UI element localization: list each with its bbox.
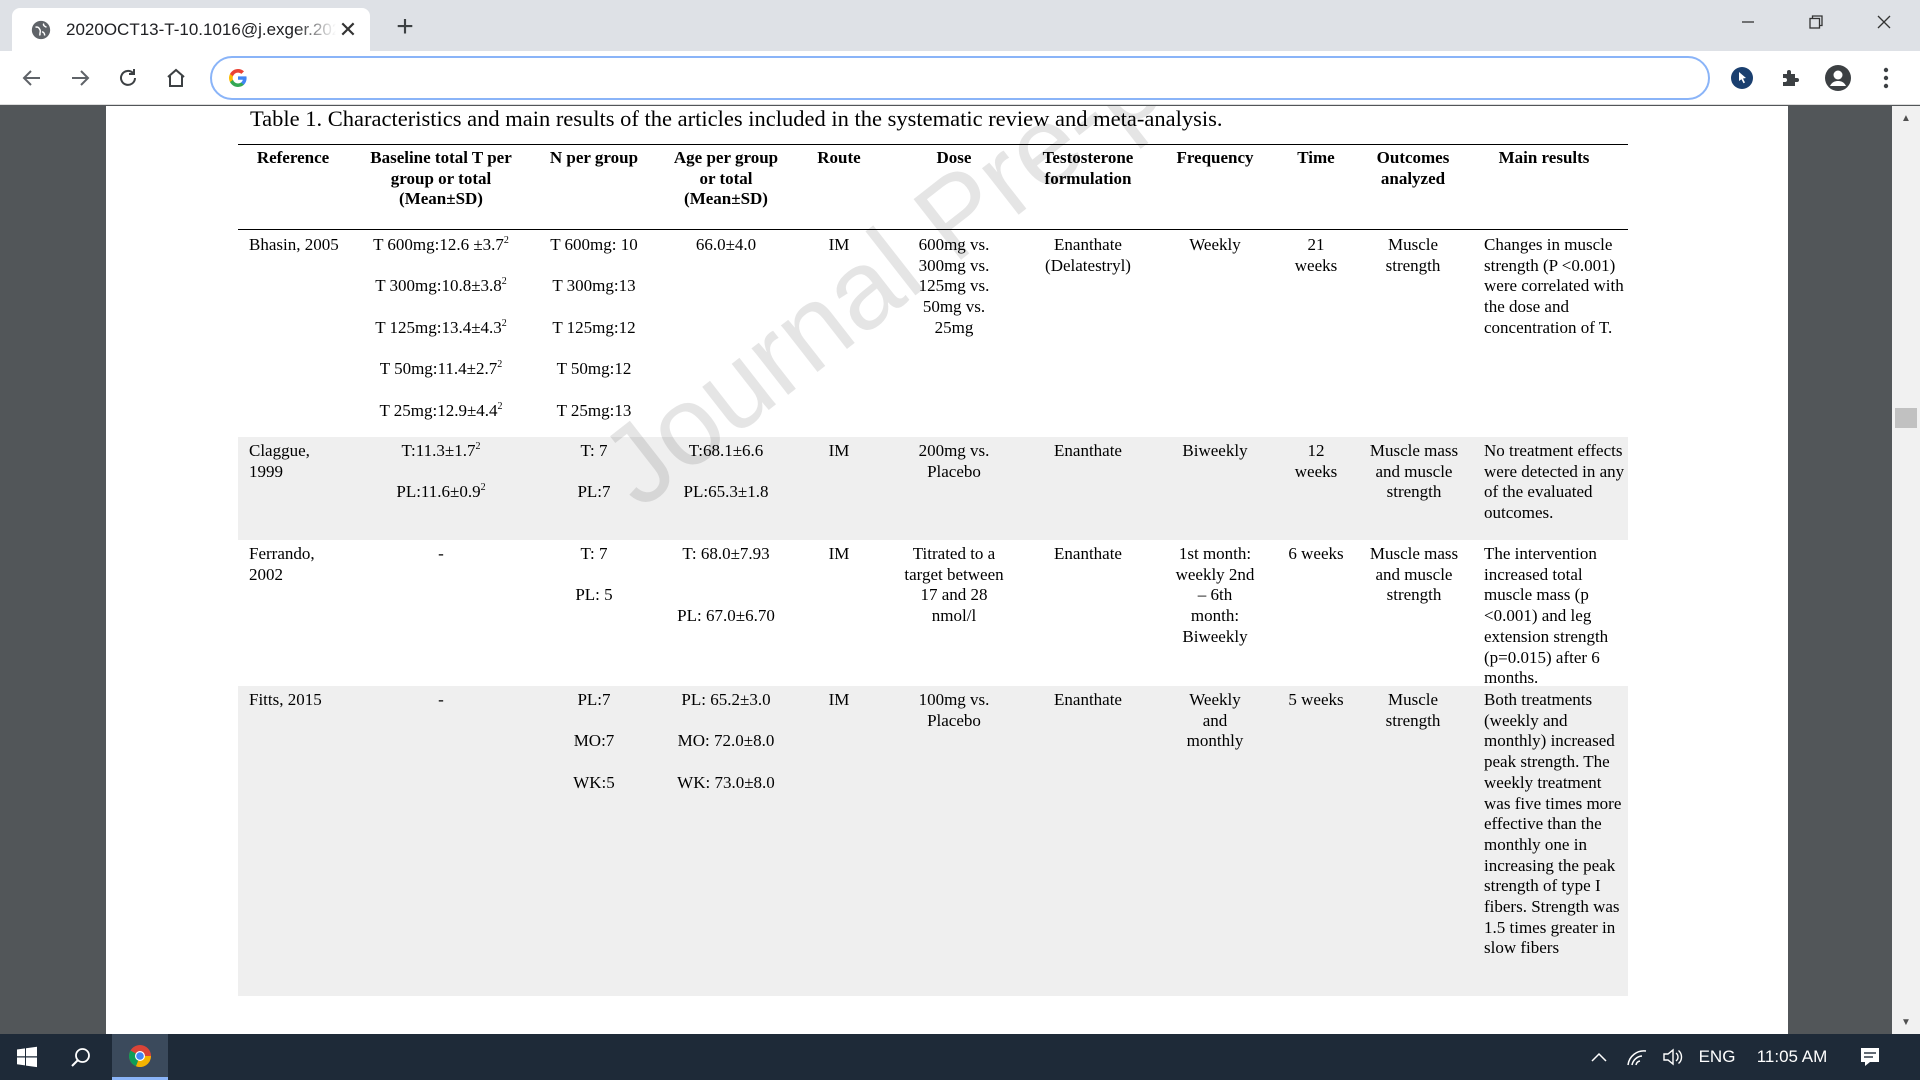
cell-outcomes: Muscle strength (1385, 690, 1441, 730)
cell-time: 5 weeks (1288, 690, 1344, 709)
table-caption: Table 1. Characteristics and main result… (250, 106, 1223, 131)
restore-icon[interactable] (1782, 0, 1850, 44)
table-top-rule (238, 144, 1628, 145)
cell-route: IM (828, 441, 850, 460)
plus-icon[interactable]: + (388, 10, 422, 44)
cell-route: IM (828, 690, 850, 709)
header-outcomes: Outcomes analyzed (1376, 148, 1450, 188)
cell-outcomes: Muscle mass and muscle strength (1369, 441, 1459, 502)
home-icon[interactable] (160, 62, 192, 94)
cell-formulation: Enanthate (Delatestryl) (1045, 235, 1131, 275)
back-icon[interactable] (16, 62, 48, 94)
cell-outcomes: Muscle strength (1385, 235, 1441, 275)
header-reference: Reference (256, 148, 330, 167)
table-row: Claggue, 1999 T:11.3±1.72 PL:11.6±0.92 T… (238, 437, 1628, 540)
minimize-icon[interactable] (1714, 0, 1782, 44)
table-row: Ferrando, 2002 - T: 7 PL: 5 T: 68.0±7.93… (238, 540, 1628, 688)
header-n: N per group (549, 148, 639, 167)
cell-formulation: Enanthate (1054, 544, 1122, 563)
language-indicator[interactable]: ENG (1692, 1034, 1742, 1080)
cell-dose: Titrated to a target between 17 and 28 n… (904, 544, 1004, 626)
cell-dose: 600mg vs. 300mg vs. 125mg vs. 50mg vs. 2… (918, 235, 990, 337)
cell-reference: Bhasin, 2005 (249, 235, 339, 254)
speaker-icon[interactable] (1658, 1034, 1688, 1080)
browser-tab[interactable]: 2020OCT13-T-10.1016@j.exger.2020.111 ✕ (12, 8, 370, 51)
table-header-rule (238, 229, 1628, 230)
cell-n: T: 7 PL: 5 (575, 544, 613, 605)
address-bar[interactable] (210, 56, 1710, 100)
cell-reference: Fitts, 2015 (249, 690, 322, 709)
header-route: Route (817, 148, 861, 167)
cell-time: 21 weeks (1294, 235, 1338, 275)
cell-formulation: Enanthate (1054, 441, 1122, 460)
vertical-scrollbar[interactable]: ▲ ▼ (1892, 106, 1920, 1034)
address-input[interactable] (260, 68, 1708, 88)
cell-baseline: T:11.3±1.72 PL:11.6±0.92 (396, 441, 486, 502)
cell-age: T: 68.0±7.93 PL: 67.0±6.70 (677, 544, 775, 626)
wifi-icon[interactable] (1622, 1034, 1652, 1080)
header-formulation: Testosterone formulation (1042, 148, 1134, 188)
scrollbar-thumb[interactable] (1895, 408, 1917, 428)
cell-results: Both treatments (weekly and monthly) inc… (1484, 690, 1622, 958)
cell-baseline: - (438, 544, 444, 563)
google-icon (229, 69, 247, 87)
header-time: Time (1297, 148, 1335, 167)
pdf-viewer[interactable]: Table 1. Characteristics and main result… (0, 106, 1920, 1034)
cell-formulation: Enanthate (1054, 690, 1122, 709)
cell-baseline: - (438, 690, 444, 709)
cell-frequency: Weekly and monthly (1186, 690, 1244, 751)
chrome-icon[interactable] (112, 1034, 168, 1080)
browser-toolbar (0, 51, 1920, 105)
header-frequency: Frequency (1176, 148, 1254, 167)
cell-frequency: Biweekly (1182, 441, 1248, 460)
tab-title: 2020OCT13-T-10.1016@j.exger.2020.111 (66, 19, 336, 39)
table-row: Bhasin, 2005 T 600mg:12.6 ±3.72 T 300mg:… (238, 231, 1628, 437)
menu-dots-icon[interactable] (1870, 62, 1902, 94)
window-close-icon[interactable] (1850, 0, 1918, 44)
header-dose: Dose (936, 148, 972, 167)
cell-route: IM (828, 544, 850, 563)
cell-n: PL:7 MO:7 WK:5 (573, 690, 615, 792)
cell-results: Changes in muscle strength (P <0.001) we… (1484, 235, 1624, 337)
cell-age: 66.0±4.0 (695, 235, 757, 254)
chevron-up-icon[interactable] (1584, 1034, 1614, 1080)
header-baseline: Baseline total T per group or total (Mea… (370, 148, 512, 209)
table-row: Fitts, 2015 - PL:7 MO:7 WK:5 PL: 65.2±3.… (238, 686, 1628, 996)
cell-frequency: 1st month: weekly 2nd – 6th month: Biwee… (1175, 544, 1255, 646)
extension-cursor-icon[interactable] (1726, 62, 1758, 94)
cell-baseline: T 600mg:12.6 ±3.72 T 300mg:10.8±3.82 T 1… (373, 235, 509, 420)
cell-dose: 100mg vs. Placebo (918, 690, 990, 730)
cell-time: 6 weeks (1288, 544, 1344, 563)
search-icon[interactable] (56, 1034, 106, 1080)
cell-n: T: 7 PL:7 (577, 441, 611, 502)
globe-icon (31, 20, 51, 39)
cell-frequency: Weekly (1189, 235, 1241, 254)
chevron-up-icon[interactable]: ▲ (1892, 108, 1920, 128)
puzzle-icon[interactable] (1774, 62, 1806, 94)
cell-results: The intervention increased total muscle … (1484, 544, 1609, 688)
forward-icon[interactable] (64, 62, 96, 94)
pdf-page: Table 1. Characteristics and main result… (106, 106, 1788, 1034)
cell-dose: 200mg vs. Placebo (918, 441, 990, 481)
cell-results: No treatment effects were detected in an… (1484, 441, 1625, 523)
chevron-down-icon[interactable]: ▼ (1892, 1012, 1920, 1032)
notification-icon[interactable] (1850, 1034, 1890, 1080)
windows-start-icon[interactable] (0, 1034, 54, 1080)
header-results: Main results (1498, 148, 1590, 167)
cell-time: 12 weeks (1294, 441, 1338, 481)
profile-icon[interactable] (1822, 62, 1854, 94)
cell-n: T 600mg: 10 T 300mg:13 T 125mg:12 T 50mg… (550, 235, 638, 420)
cell-reference: Claggue, 1999 (249, 441, 310, 481)
cell-route: IM (828, 235, 850, 254)
cell-reference: Ferrando, 2002 (249, 544, 315, 584)
windows-taskbar: ENG 11:05 AM (0, 1034, 1920, 1080)
header-age: Age per group or total (Mean±SD) (673, 148, 779, 209)
cell-age: T:68.1±6.6 PL:65.3±1.8 (683, 441, 769, 502)
cell-outcomes: Muscle mass and muscle strength (1369, 544, 1459, 605)
clock[interactable]: 11:05 AM (1746, 1034, 1838, 1080)
reload-icon[interactable] (112, 62, 144, 94)
cell-age: PL: 65.2±3.0 MO: 72.0±8.0 WK: 73.0±8.0 (677, 690, 775, 792)
tab-strip: 2020OCT13-T-10.1016@j.exger.2020.111 ✕ + (0, 0, 1920, 51)
close-icon[interactable]: ✕ (336, 17, 360, 42)
